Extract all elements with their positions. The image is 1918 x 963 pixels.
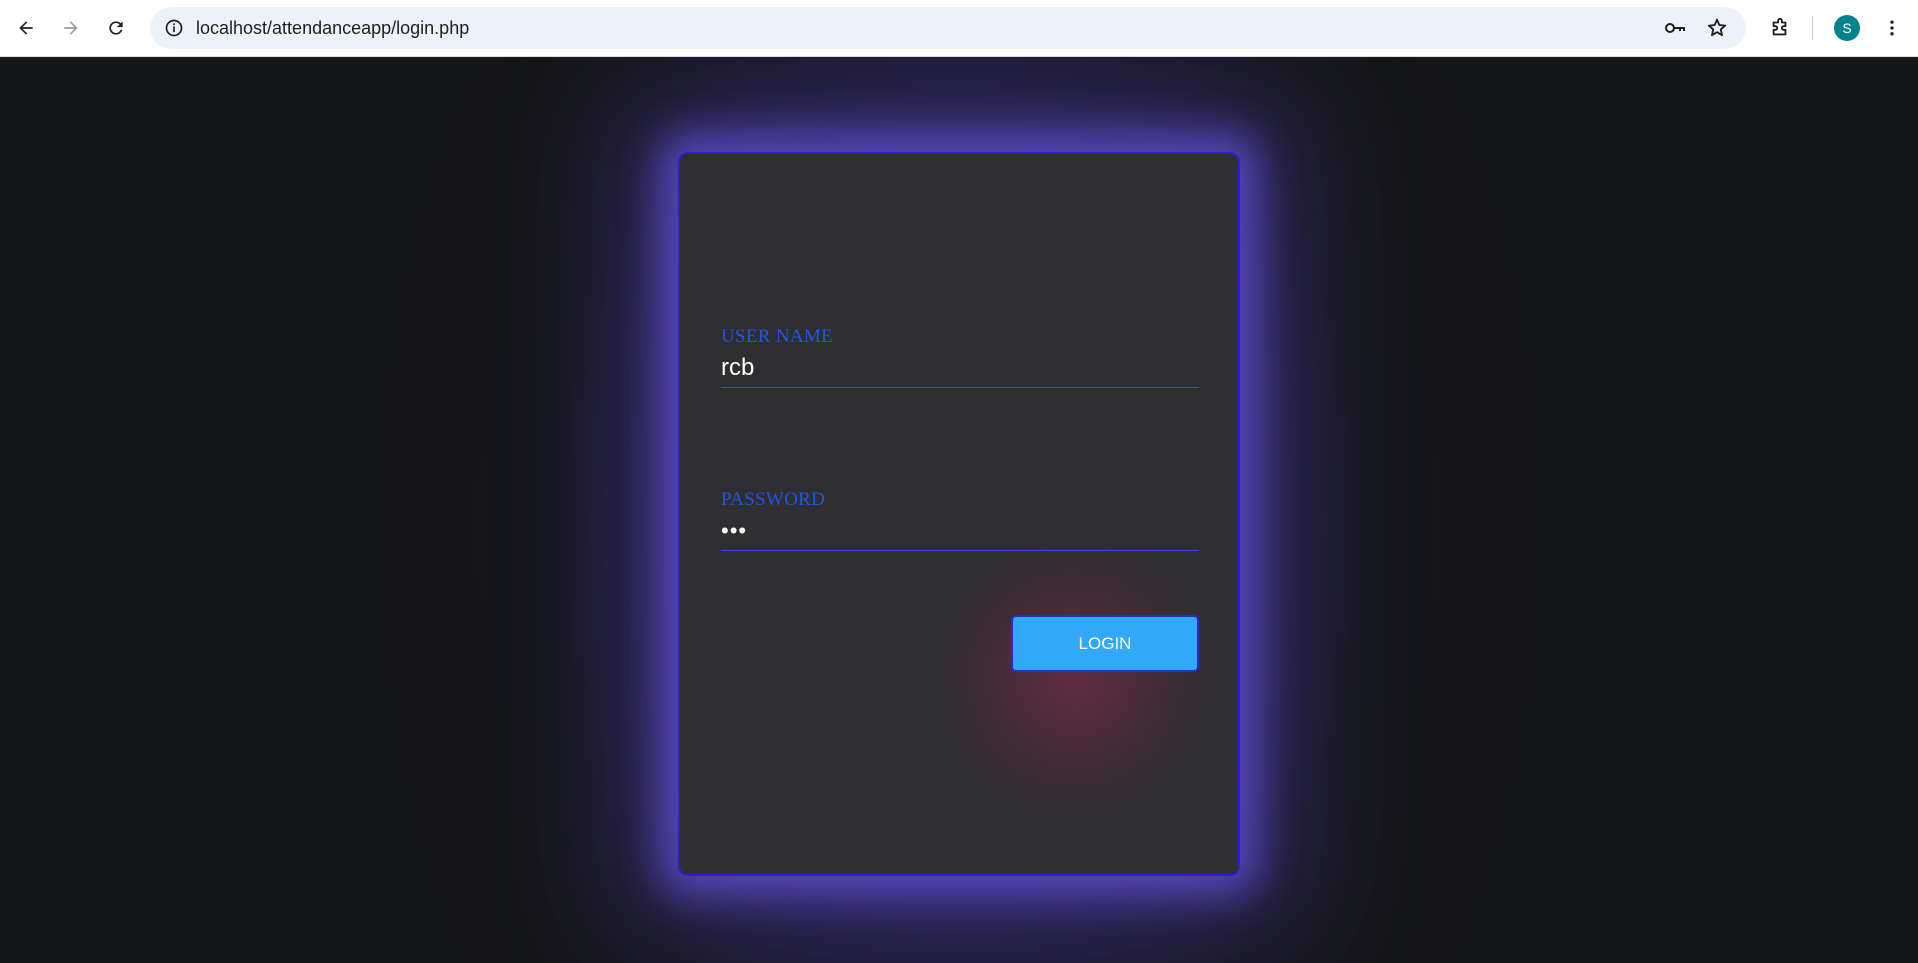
extensions-icon (1772, 17, 1787, 36)
forward-icon (64, 21, 78, 35)
star-icon (1707, 18, 1727, 37)
url-text[interactable]: localhost/attendanceapp/login.php (196, 18, 469, 39)
address-bar[interactable]: localhost/attendanceapp/login.php (150, 7, 1746, 49)
back-button[interactable] (8, 10, 44, 46)
forward-button[interactable] (53, 10, 89, 46)
site-info-button[interactable] (160, 14, 188, 42)
bookmark-button[interactable] (1704, 15, 1730, 41)
password-label: PASSWORD (721, 489, 826, 510)
site-info-icon (165, 19, 183, 37)
username-label: USER NAME (721, 326, 833, 347)
profile-avatar[interactable]: S (1834, 15, 1860, 41)
extensions-button[interactable] (1764, 12, 1796, 44)
password-input[interactable] (721, 511, 1199, 551)
password-key-button[interactable] (1662, 15, 1688, 41)
card-glow-decoration (930, 534, 1220, 824)
username-input[interactable] (721, 348, 1199, 388)
browser-toolbar: localhost/attendanceapp/login.php S (0, 0, 1918, 57)
toolbar-divider (1812, 16, 1813, 40)
login-card: USER NAME PASSWORD LOGIN (678, 152, 1240, 876)
key-icon (1665, 23, 1685, 33)
page-content: USER NAME PASSWORD LOGIN (0, 57, 1918, 963)
more-vert-icon (1890, 20, 1894, 36)
reload-icon (109, 21, 123, 35)
reload-button[interactable] (98, 10, 134, 46)
login-button[interactable]: LOGIN (1011, 615, 1199, 672)
menu-button[interactable] (1876, 12, 1908, 44)
back-icon (19, 21, 33, 35)
